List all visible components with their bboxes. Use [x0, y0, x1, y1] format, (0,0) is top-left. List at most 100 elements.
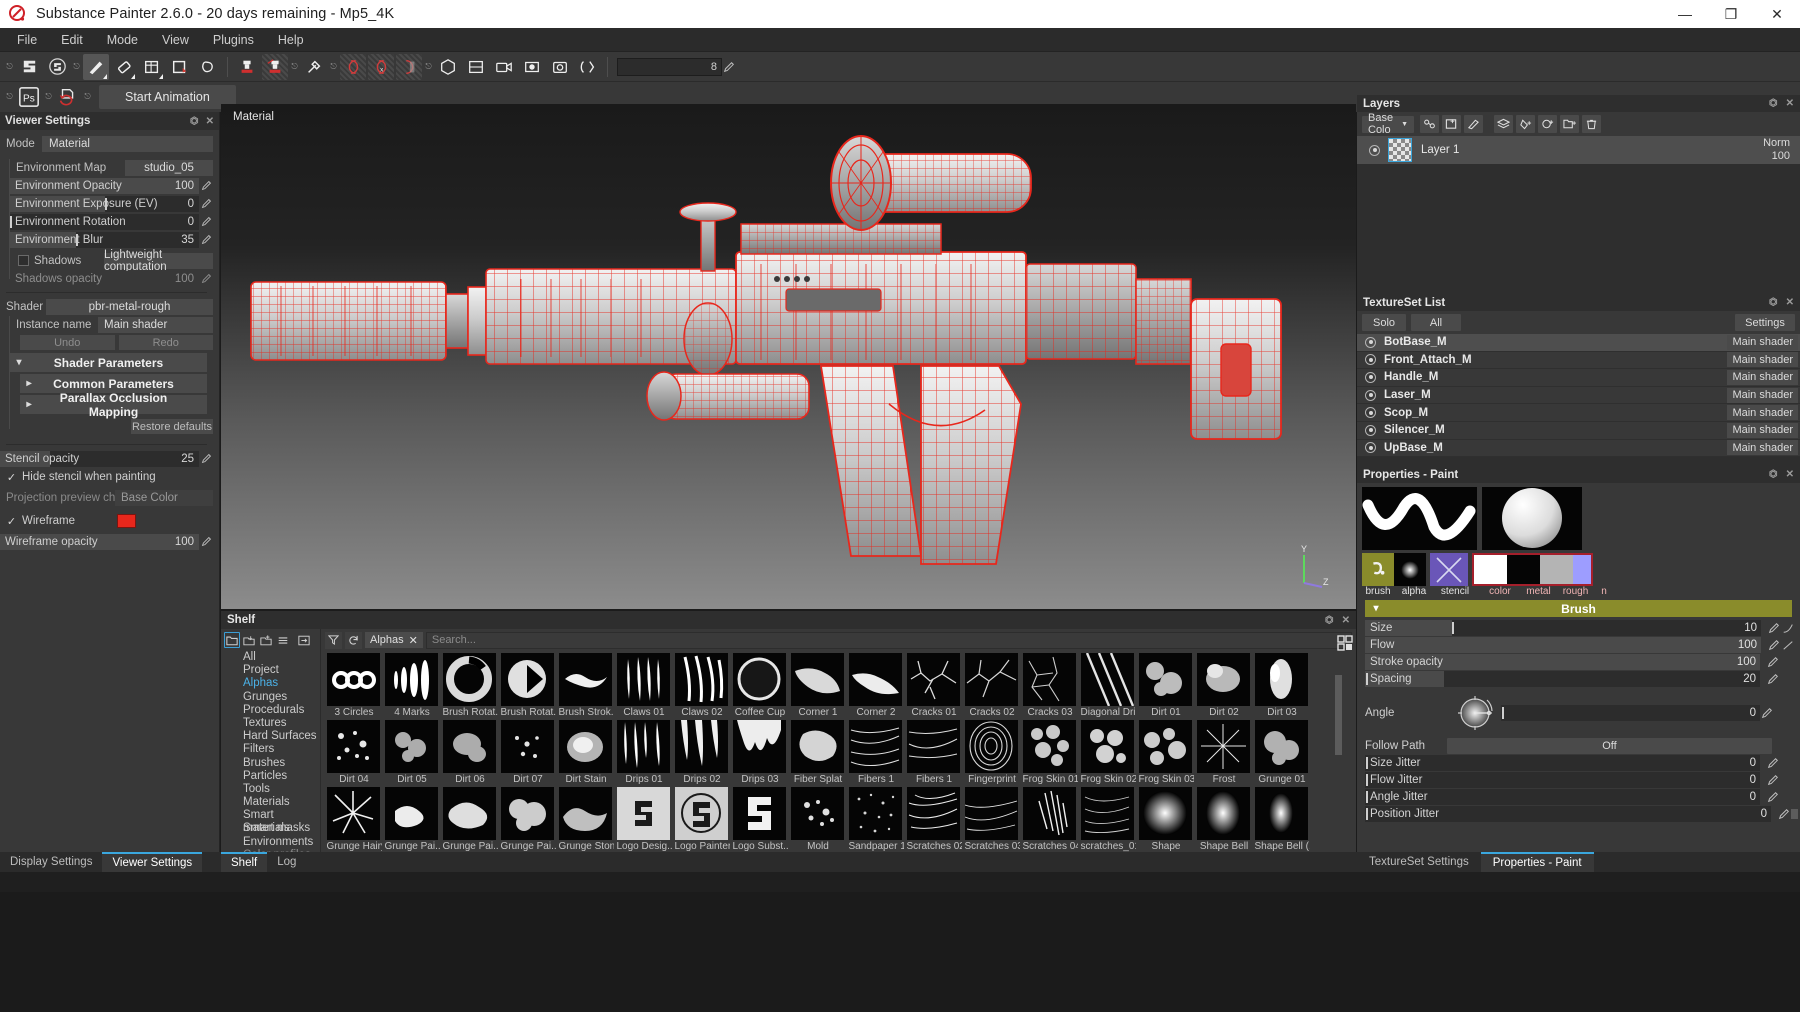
- projection-icon[interactable]: [139, 54, 165, 80]
- expand-icon[interactable]: ⎋: [4, 84, 15, 110]
- filter-icon[interactable]: [325, 631, 342, 649]
- shelf-item[interactable]: Corner 2: [848, 653, 904, 718]
- maximize-button[interactable]: ❐: [1708, 0, 1754, 28]
- shelf-item[interactable]: Claws 01: [616, 653, 672, 718]
- textureset-shader[interactable]: Main shader: [1727, 334, 1798, 350]
- shelf-item[interactable]: Scratches 03: [964, 787, 1020, 852]
- shelf-item[interactable]: Brush Strok...: [558, 653, 614, 718]
- 2d-view-icon[interactable]: [463, 54, 489, 80]
- properties-scrollbar[interactable]: [1791, 808, 1798, 819]
- reset-icon[interactable]: [345, 631, 362, 649]
- shelf-item[interactable]: Logo Subst...: [732, 787, 788, 852]
- shelf-item[interactable]: Grunge Pai...: [442, 787, 498, 852]
- shelf-category-grunges[interactable]: Grunges: [243, 691, 320, 704]
- shelf-item[interactable]: Scratches 04: [1022, 787, 1078, 852]
- stencil-resource-tab[interactable]: [1430, 553, 1468, 587]
- float-panel-icon[interactable]: ⏣: [190, 116, 199, 127]
- start-animation-button[interactable]: Start Animation: [99, 85, 236, 109]
- edit-pencil-icon[interactable]: [199, 178, 213, 194]
- shelf-scrollbar[interactable]: [1335, 675, 1342, 852]
- shelf-active-tag[interactable]: Alphas ✕: [365, 632, 423, 648]
- textureset-row[interactable]: BotBase_M Main shader: [1357, 334, 1800, 352]
- edit-pencil-icon[interactable]: [199, 232, 213, 248]
- shelf-item[interactable]: Grunge Pai...: [500, 787, 556, 852]
- shelf-item[interactable]: Cracks 03: [1022, 653, 1078, 718]
- shader-parameters-section[interactable]: ▾ Shader Parameters: [10, 353, 207, 372]
- environment-blur-slider[interactable]: Environment Blur 35: [10, 231, 199, 248]
- shelf-item[interactable]: 4 Marks: [384, 653, 440, 718]
- restore-defaults-button[interactable]: Restore defaults: [131, 419, 213, 434]
- textureset-visibility-toggle[interactable]: [1365, 336, 1376, 348]
- shelf-item[interactable]: Fiber Splat: [790, 720, 846, 785]
- layer-thumbnail[interactable]: [1388, 138, 1412, 162]
- environment-exposure-slider[interactable]: Environment Exposure (EV) 0: [10, 195, 199, 212]
- edit-pencil-icon[interactable]: [199, 271, 213, 287]
- substance-logo-alt-icon[interactable]: [44, 54, 70, 80]
- add-fill-icon[interactable]: [1442, 115, 1461, 133]
- shadows-checkbox[interactable]: [18, 255, 29, 266]
- brush-size-slider[interactable]: Size 10: [1365, 620, 1761, 637]
- tab-display-settings[interactable]: Display Settings: [0, 852, 102, 872]
- menu-view[interactable]: View: [150, 30, 201, 50]
- edit-pencil-icon[interactable]: [1760, 705, 1774, 721]
- channel-selector[interactable]: Base Colo ▼: [1362, 112, 1414, 136]
- shelf-category-tools[interactable]: Tools: [243, 783, 320, 796]
- environment-blur-row[interactable]: Environment Blur 35: [0, 231, 213, 248]
- shelf-item[interactable]: Brush Rotat...: [500, 653, 556, 718]
- brush-section-header[interactable]: ▾ Brush: [1365, 600, 1792, 618]
- textureset-row[interactable]: Handle_M Main shader: [1357, 369, 1800, 387]
- delete-layer-icon[interactable]: [1582, 115, 1601, 133]
- undo-button[interactable]: Undo: [20, 335, 115, 350]
- shelf-item[interactable]: Dirt 02: [1196, 653, 1252, 718]
- edit-pencil-icon[interactable]: [199, 196, 213, 212]
- textureset-visibility-toggle[interactable]: [1365, 442, 1376, 454]
- shelf-category-alphas[interactable]: Alphas: [243, 677, 320, 690]
- shelf-item[interactable]: Diagonal Dri...: [1080, 653, 1136, 718]
- textureset-shader[interactable]: Main shader: [1727, 352, 1798, 368]
- edit-pencil-icon[interactable]: [1766, 772, 1780, 788]
- screenshot-icon[interactable]: [547, 54, 573, 80]
- shelf-item[interactable]: Shape Bell (...: [1254, 787, 1310, 852]
- color-channel-swatch[interactable]: [1474, 555, 1507, 585]
- hide-stencil-row[interactable]: ✓ Hide stencil when painting: [0, 469, 213, 485]
- menu-file[interactable]: File: [5, 30, 49, 50]
- shelf-item[interactable]: Grunge Stone: [558, 787, 614, 852]
- shelf-item[interactable]: Grunge 01: [1254, 720, 1310, 785]
- shelf-item[interactable]: Dirt 05: [384, 720, 440, 785]
- textureset-shader[interactable]: Main shader: [1727, 440, 1798, 456]
- wireframe-row[interactable]: ✓ Wireframe: [0, 513, 213, 529]
- clone-stamp-icon[interactable]: [234, 54, 260, 80]
- flow-jitter-slider[interactable]: Flow Jitter 0: [1365, 772, 1760, 789]
- 3d-viewport[interactable]: Material Y Z: [221, 104, 1356, 609]
- projection-preview-select[interactable]: Base Color: [115, 489, 213, 506]
- brush-flow-slider[interactable]: Flow 100: [1365, 637, 1761, 654]
- edit-pencil-icon[interactable]: [199, 214, 213, 230]
- expand-icon[interactable]: ⎋: [423, 54, 434, 80]
- textureset-row[interactable]: Front_Attach_M Main shader: [1357, 352, 1800, 370]
- shelf-category-materials[interactable]: Materials: [243, 796, 320, 809]
- shelf-item[interactable]: Dirt 06: [442, 720, 498, 785]
- menu-mode[interactable]: Mode: [95, 30, 150, 50]
- export-icon[interactable]: [296, 632, 312, 648]
- shadows-opacity-row[interactable]: Shadows opacity 100: [0, 270, 213, 287]
- shelf-category-smart-materials[interactable]: Smart materials: [243, 809, 320, 834]
- layer-blend-mode[interactable]: Norm: [1763, 137, 1790, 150]
- close-button[interactable]: ✕: [1754, 0, 1800, 28]
- textureset-shader[interactable]: Main shader: [1727, 387, 1798, 403]
- add-fill-layer-icon[interactable]: [1516, 115, 1535, 133]
- add-folder-icon[interactable]: [1560, 115, 1579, 133]
- render-icon[interactable]: [519, 54, 545, 80]
- environment-opacity-row[interactable]: Environment Opacity 100: [0, 177, 213, 194]
- wireframe-color-swatch[interactable]: [117, 514, 137, 528]
- shelf-item[interactable]: Frog Skin 01: [1022, 720, 1078, 785]
- shelf-category-hard-surfaces[interactable]: Hard Surfaces: [243, 730, 320, 743]
- polygon-fill-icon[interactable]: [195, 54, 221, 80]
- smudge-x-icon[interactable]: x: [368, 53, 394, 80]
- textureset-row[interactable]: UpBase_M Main shader: [1357, 440, 1800, 458]
- follow-path-select[interactable]: Off: [1447, 738, 1772, 755]
- tab-shelf[interactable]: Shelf: [221, 852, 268, 872]
- textureset-visibility-toggle[interactable]: [1365, 424, 1376, 436]
- shelf-search-input[interactable]: Search...: [425, 631, 1352, 649]
- shelf-item[interactable]: Grunge Hairy: [326, 787, 382, 852]
- environment-opacity-slider[interactable]: Environment Opacity 100: [10, 177, 199, 194]
